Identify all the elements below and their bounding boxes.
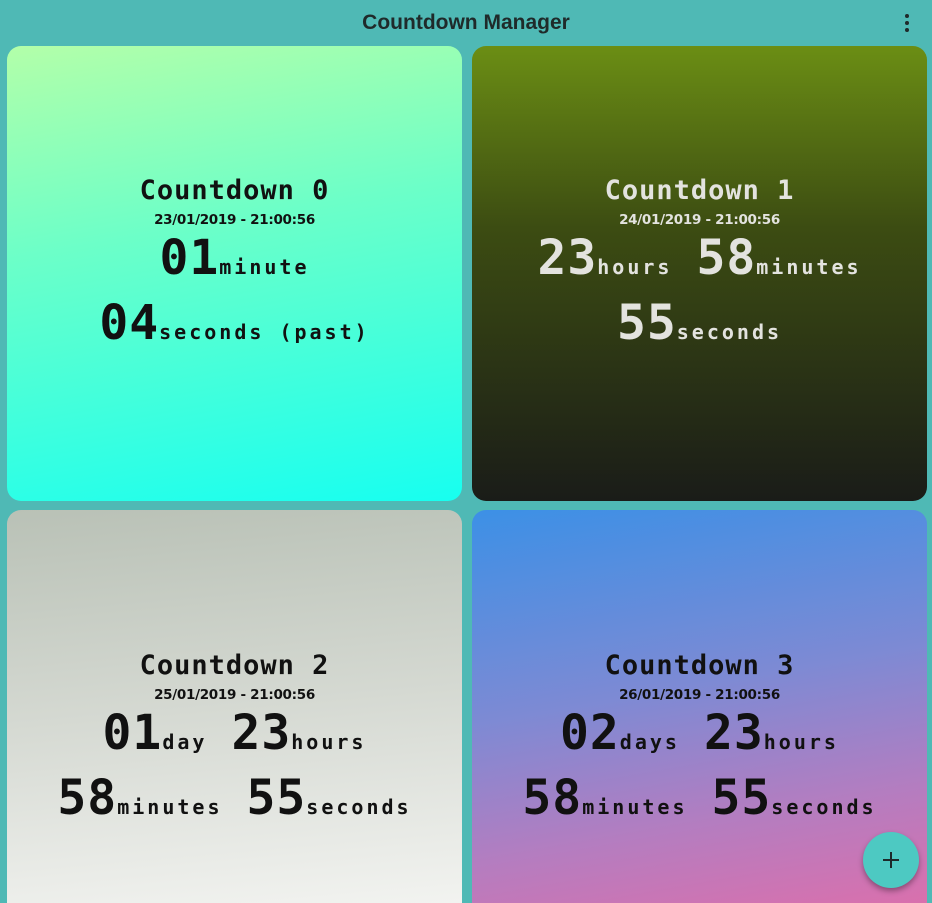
countdown-row: 23 hours 58 minutes — [537, 230, 861, 295]
time-value: 23 — [537, 230, 598, 286]
countdown-date: 24/01/2019 - 21:00:56 — [619, 212, 780, 228]
time-value: 01 — [102, 705, 163, 761]
time-unit: minutes — [756, 255, 862, 279]
app-title: Countdown Manager — [362, 11, 570, 34]
time-value: 58 — [57, 770, 118, 826]
time-value: 23 — [231, 705, 292, 761]
time-unit: hours — [763, 730, 839, 754]
countdown-row: 04 seconds (past) — [99, 295, 369, 360]
countdown-row: 01 day 23 hours — [103, 705, 367, 770]
more-vert-icon — [905, 14, 909, 18]
countdown-name: Countdown 1 — [604, 175, 795, 206]
more-vert-icon-dot — [905, 28, 909, 32]
countdown-date: 23/01/2019 - 21:00:56 — [154, 212, 315, 228]
time-unit: minutes — [582, 795, 688, 819]
time-value: 23 — [703, 705, 764, 761]
countdown-date: 26/01/2019 - 21:00:56 — [619, 687, 780, 703]
time-value: 58 — [696, 230, 757, 286]
time-value: 01 — [159, 230, 220, 286]
time-value: 58 — [522, 770, 583, 826]
time-unit: days — [619, 730, 680, 754]
countdown-name: Countdown 0 — [139, 175, 330, 206]
countdown-card[interactable]: Countdown 3 26/01/2019 - 21:00:56 02 day… — [472, 510, 927, 903]
time-unit: hours — [597, 255, 673, 279]
time-unit: seconds — [676, 320, 783, 344]
time-unit: seconds — [306, 795, 412, 819]
time-value: 02 — [560, 705, 620, 761]
countdown-row: 01 minute — [159, 230, 309, 295]
countdown-name: Countdown 2 — [139, 650, 330, 681]
countdown-row: 55 seconds — [617, 295, 782, 360]
time-unit: day — [162, 730, 208, 754]
countdown-card[interactable]: Countdown 0 23/01/2019 - 21:00:56 01 min… — [7, 46, 462, 501]
time-value: 55 — [246, 770, 307, 826]
countdown-date: 25/01/2019 - 21:00:56 — [154, 687, 315, 703]
time-unit: seconds — [771, 795, 877, 819]
app-bar: Countdown Manager — [0, 0, 932, 46]
add-countdown-button[interactable] — [863, 832, 919, 888]
time-value: 55 — [616, 295, 677, 351]
overflow-menu-button[interactable] — [896, 11, 918, 35]
time-unit: hours — [291, 730, 367, 754]
more-vert-icon-dot — [905, 21, 909, 25]
countdown-row: 02 days 23 hours — [560, 705, 839, 770]
countdown-card[interactable]: Countdown 2 25/01/2019 - 21:00:56 01 day… — [7, 510, 462, 903]
countdown-card[interactable]: Countdown 1 24/01/2019 - 21:00:56 23 hou… — [472, 46, 927, 501]
time-unit: seconds (past) — [159, 320, 370, 344]
countdown-row: 58 minutes 55 seconds — [522, 770, 876, 835]
time-value: 04 — [99, 295, 160, 351]
time-unit: minute — [219, 255, 310, 279]
countdown-name: Countdown 3 — [604, 650, 795, 681]
plus-icon — [883, 852, 899, 868]
time-value: 55 — [711, 770, 772, 826]
time-unit: minutes — [117, 795, 223, 819]
countdown-row: 58 minutes 55 seconds — [57, 770, 411, 835]
